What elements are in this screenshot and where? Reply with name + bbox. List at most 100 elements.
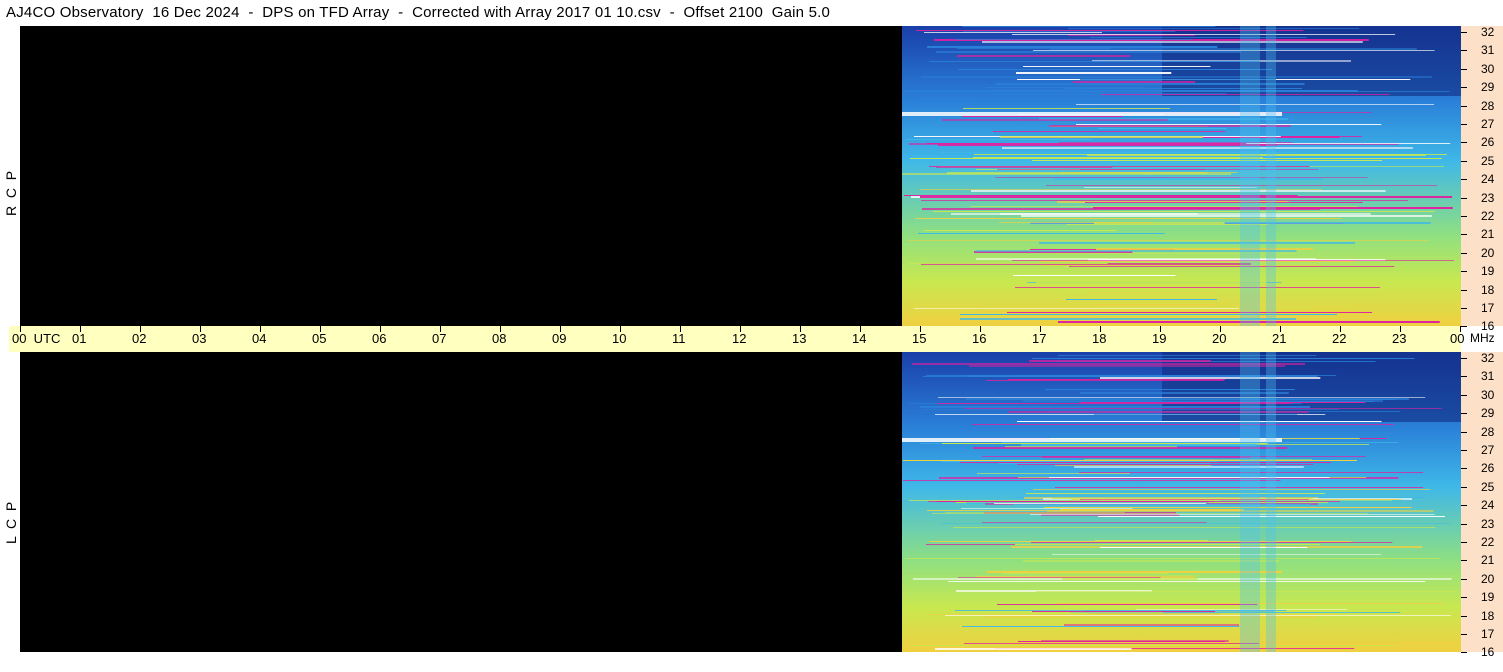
freq-tick [1461,106,1467,107]
time-label: 20 [1212,331,1227,346]
freq-label: 25 [1481,154,1495,168]
rcp-frequency-axis: 32 31 30 29 28 27 26 25 24 23 22 21 20 19 18 17 16 [1461,25,1503,333]
freq-tick [1461,579,1467,580]
freq-label: 27 [1481,443,1495,457]
freq-label: 20 [1481,246,1495,260]
time-label: 11 [672,331,686,346]
freq-tick [1461,358,1467,359]
freq-label: 28 [1481,99,1495,113]
freq-label: 30 [1481,62,1495,76]
rcp-spectrogram [20,26,1461,326]
time-label: 04 [252,331,267,346]
lcp-spectrogram [20,352,1461,652]
time-label: 06 [372,331,387,346]
rcp-gutter: R C P [0,26,20,326]
freq-label: 21 [1481,227,1495,241]
freq-label: 27 [1481,117,1495,131]
time-label: 23 [1392,331,1407,346]
freq-label: 18 [1481,283,1495,297]
freq-tick [1461,161,1467,162]
freq-label: 19 [1481,264,1495,278]
time-label: 01 [72,331,87,346]
freq-label: 26 [1481,135,1495,149]
freq-tick [1461,413,1467,414]
freq-tick [1461,142,1467,143]
freq-label: 18 [1481,609,1495,623]
time-label: 14 [852,331,867,346]
lcp-gutter: L C P [0,352,20,652]
freq-label: 32 [1481,25,1495,39]
time-label: 08 [492,331,507,346]
freq-label: 21 [1481,553,1495,567]
freq-tick [1461,634,1467,635]
title-bar: AJ4CO Observatory 16 Dec 2024 - DPS on T… [0,0,1460,26]
time-label: 12 [732,331,747,346]
time-label: 10 [612,331,627,346]
time-label: 18 [1092,331,1107,346]
freq-tick [1461,542,1467,543]
time-label: 15 [912,331,927,346]
time-label: 00 [1450,331,1465,346]
time-axis: 00 UTC 01 02 03 04 05 06 07 08 09 10 11 12 13 14 15 16 17… [9,326,1465,352]
freq-tick [1461,376,1467,377]
freq-label: 28 [1481,425,1495,439]
freq-tick [1461,326,1467,327]
page-title: AJ4CO Observatory 16 Dec 2024 - DPS on T… [6,4,831,21]
freq-tick [1461,560,1467,561]
freq-tick [1461,450,1467,451]
freq-label: 29 [1481,406,1495,420]
freq-label: 22 [1481,209,1495,223]
freq-tick [1461,271,1467,272]
freq-tick [1461,468,1467,469]
freq-label: 31 [1481,369,1495,383]
freq-label: 32 [1481,351,1495,365]
freq-tick [1461,432,1467,433]
spectrogram-image [902,352,1461,652]
freq-label: 23 [1481,191,1495,205]
freq-label: 29 [1481,80,1495,94]
time-label: 02 [132,331,147,346]
freq-label: 22 [1481,535,1495,549]
time-label: 13 [792,331,807,346]
lcp-frequency-axis: 32 31 30 29 28 27 26 25 24 23 22 21 20 19 18 17 16 [1461,351,1503,659]
freq-tick [1461,597,1467,598]
freq-label: 17 [1481,627,1495,641]
freq-tick [1461,253,1467,254]
freq-tick [1461,487,1467,488]
freq-label: 30 [1481,388,1495,402]
freq-tick [1461,87,1467,88]
freq-tick [1461,652,1467,653]
freq-tick [1461,216,1467,217]
spectrogram-image [902,26,1461,326]
freq-tick [1461,179,1467,180]
time-label: 17 [1032,331,1047,346]
freq-label: 23 [1481,517,1495,531]
time-label: 09 [552,331,567,346]
time-label: 05 [312,331,327,346]
freq-label: 25 [1481,480,1495,494]
time-label: 00 UTC [12,331,61,346]
freq-tick [1461,234,1467,235]
freq-label: 24 [1481,498,1495,512]
freq-label: 19 [1481,590,1495,604]
freq-label: 16 [1481,645,1495,659]
time-label: 16 [972,331,987,346]
time-label: 22 [1332,331,1347,346]
frequency-unit-label: MHz [1470,331,1495,345]
freq-tick [1461,290,1467,291]
freq-tick [1461,198,1467,199]
freq-tick [1461,524,1467,525]
lcp-label: L C P [3,501,19,544]
time-label: 07 [432,331,447,346]
freq-label: 17 [1481,301,1495,315]
freq-tick [1461,395,1467,396]
time-label: 03 [192,331,207,346]
freq-label: 20 [1481,572,1495,586]
freq-tick [1461,124,1467,125]
freq-tick [1461,308,1467,309]
freq-tick [1461,69,1467,70]
freq-tick [1461,616,1467,617]
rcp-label: R C P [3,170,19,216]
time-label: 21 [1272,331,1287,346]
freq-tick [1461,32,1467,33]
